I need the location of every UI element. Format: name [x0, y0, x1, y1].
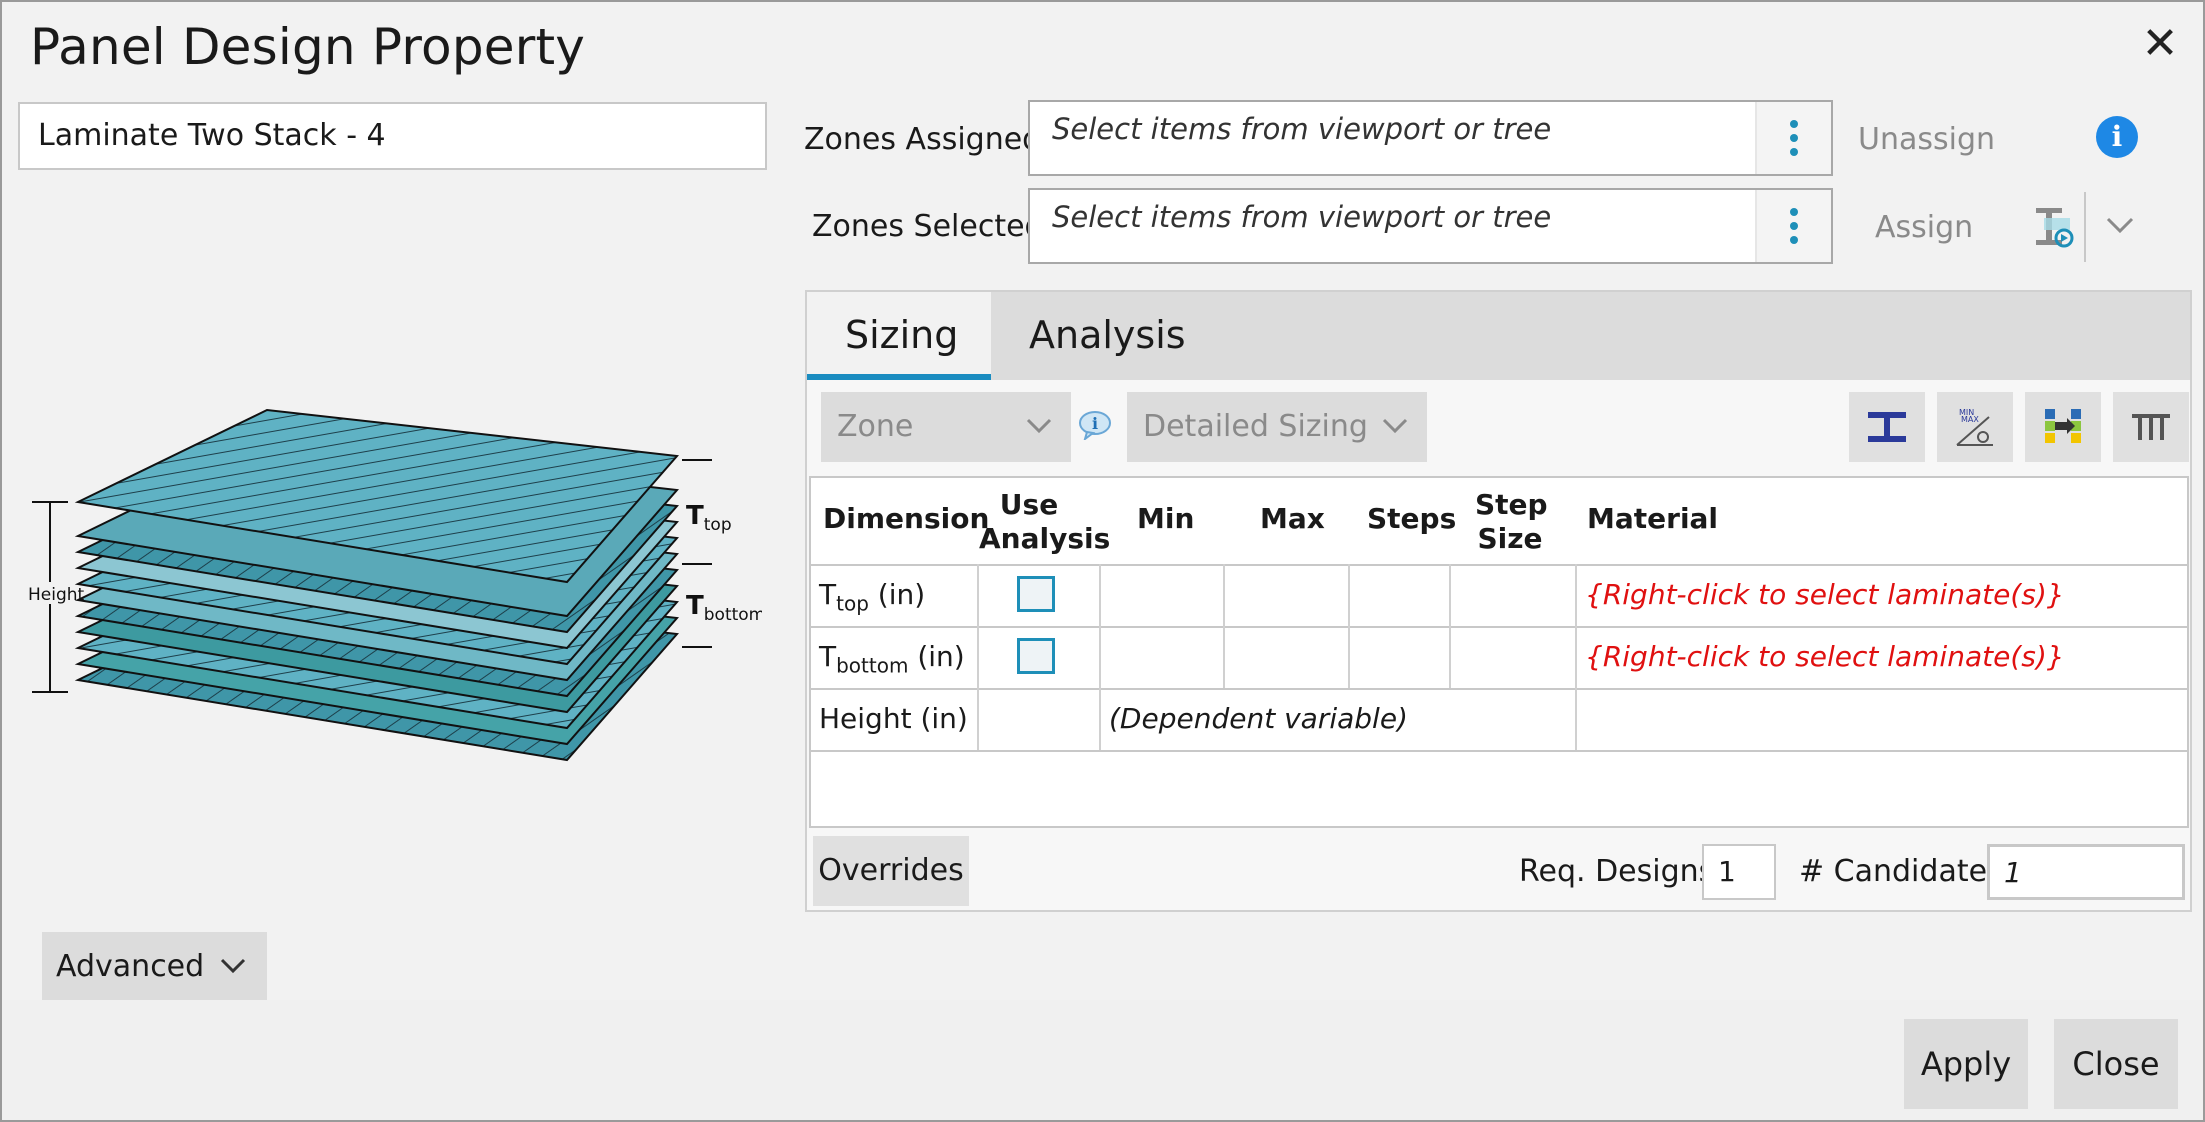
- zones-selected-label: Zones Selected:: [812, 209, 1054, 244]
- chevron-down-icon: [1382, 418, 1408, 434]
- close-button[interactable]: Close: [2054, 1019, 2178, 1109]
- header-min: Min: [1137, 502, 1195, 535]
- header-use-analysis-line1: Use: [999, 488, 1059, 521]
- property-name-input[interactable]: Laminate Two Stack - 4: [18, 102, 767, 170]
- table-row-height-dimension: Height (in): [819, 702, 968, 735]
- candidates-input[interactable]: 1: [1987, 844, 2185, 900]
- i-beam-button[interactable]: [1849, 392, 1925, 462]
- zones-assigned-field[interactable]: Select items from viewport or tree: [1028, 100, 1833, 176]
- table-row-ttop-dimension: Ttop (in): [819, 578, 926, 616]
- use-analysis-checkbox[interactable]: [1017, 638, 1055, 674]
- tab-sizing[interactable]: Sizing: [807, 292, 991, 380]
- material-cell[interactable]: {Right-click to select laminate(s)}: [1585, 578, 2065, 611]
- t-top-label: T: [686, 501, 704, 531]
- header-step-size-line1: Step: [1475, 488, 1548, 521]
- panel-design-property-dialog: Panel Design Property ✕ Laminate Two Sta…: [0, 0, 2205, 1122]
- min-max-icon: MIN MAX: [1956, 408, 1993, 446]
- dependent-variable-note: (Dependent variable): [1109, 702, 1408, 735]
- material-map-button[interactable]: [2025, 392, 2101, 462]
- divider: [2084, 192, 2086, 262]
- chevron-down-icon[interactable]: [2102, 210, 2138, 240]
- zone-combo[interactable]: Zone: [821, 392, 1071, 462]
- header-max: Max: [1260, 502, 1325, 535]
- max-cell[interactable]: [1348, 566, 1449, 626]
- header-step-size-line2: Size: [1477, 522, 1543, 555]
- header-use-analysis-line2: Analysis: [979, 522, 1111, 555]
- advanced-label: Advanced: [56, 949, 205, 984]
- header-step-size: Step Size: [1475, 488, 1548, 556]
- use-analysis-checkbox[interactable]: [1017, 576, 1055, 612]
- chevron-down-icon: [220, 958, 246, 974]
- unassign-button[interactable]: Unassign: [1858, 122, 1995, 157]
- height-label: Height: [28, 585, 85, 605]
- laminate-stack-illustration: Height Ttop Tbottom: [26, 408, 762, 762]
- overrides-button[interactable]: Overrides: [813, 836, 969, 906]
- sizing-panel: Sizing Analysis Zone i Detailed Sizing M: [805, 290, 2192, 912]
- tab-analysis[interactable]: Analysis: [991, 292, 1224, 380]
- apply-button[interactable]: Apply: [1904, 1019, 2028, 1109]
- assign-to-zone-icon[interactable]: [2032, 202, 2076, 250]
- close-icon[interactable]: ✕: [2140, 22, 2180, 66]
- tab-bar: Sizing Analysis: [807, 292, 2190, 380]
- material-cell[interactable]: {Right-click to select laminate(s)}: [1585, 640, 2065, 673]
- i-beam-icon: [1868, 412, 1906, 442]
- material-map-icon: [2045, 409, 2081, 443]
- min-max-button[interactable]: MIN MAX: [1937, 392, 2013, 462]
- chevron-down-icon: [1026, 418, 1052, 434]
- more-options-icon[interactable]: [1755, 102, 1831, 174]
- t-bottom-label: T: [686, 591, 704, 621]
- zones-selected-placeholder: Select items from viewport or tree: [1052, 200, 1552, 234]
- header-dimension: Dimension: [823, 502, 990, 535]
- table-row-tbottom-dimension: Tbottom (in): [819, 640, 965, 678]
- req-designs-input[interactable]: 1: [1702, 844, 1776, 900]
- t-top-subscript: top: [704, 515, 732, 535]
- zones-assigned-placeholder: Select items from viewport or tree: [1052, 112, 1552, 146]
- more-options-icon[interactable]: [1755, 190, 1831, 262]
- zone-combo-value: Zone: [837, 409, 914, 444]
- t-bottom-subscript: bottom: [704, 605, 762, 625]
- svg-text:MAX: MAX: [1961, 415, 1979, 424]
- dialog-title: Panel Design Property: [30, 18, 586, 76]
- svg-text:Tbottom: Tbottom: [686, 591, 762, 625]
- sizing-mode-value: Detailed Sizing: [1143, 409, 1368, 444]
- sizing-mode-combo[interactable]: Detailed Sizing: [1127, 392, 1427, 462]
- zones-assigned-label: Zones Assigned:: [804, 122, 1052, 157]
- advanced-dropdown[interactable]: Advanced: [42, 932, 267, 1002]
- min-cell[interactable]: [1223, 566, 1349, 626]
- info-icon[interactable]: i: [2096, 116, 2138, 158]
- zones-selected-field[interactable]: Select items from viewport or tree: [1028, 188, 1833, 264]
- info-icon[interactable]: i: [1077, 410, 1113, 440]
- header-use-analysis: Use Analysis: [979, 488, 1111, 556]
- req-designs-label: Req. Designs: [1519, 854, 1715, 889]
- header-steps: Steps: [1367, 502, 1457, 535]
- stiffener-button[interactable]: [2113, 392, 2189, 462]
- stiffener-icon: [2132, 414, 2170, 440]
- sizing-table: Dimension Use Analysis Min Max Steps Ste…: [809, 476, 2189, 828]
- candidates-label: # Candidates: [1799, 854, 2003, 889]
- svg-text:Ttop: Ttop: [686, 501, 732, 535]
- header-material: Material: [1587, 502, 1719, 535]
- assign-button[interactable]: Assign: [1875, 210, 1973, 245]
- svg-text:i: i: [1092, 414, 1098, 433]
- action-bar: [2, 1000, 2203, 1120]
